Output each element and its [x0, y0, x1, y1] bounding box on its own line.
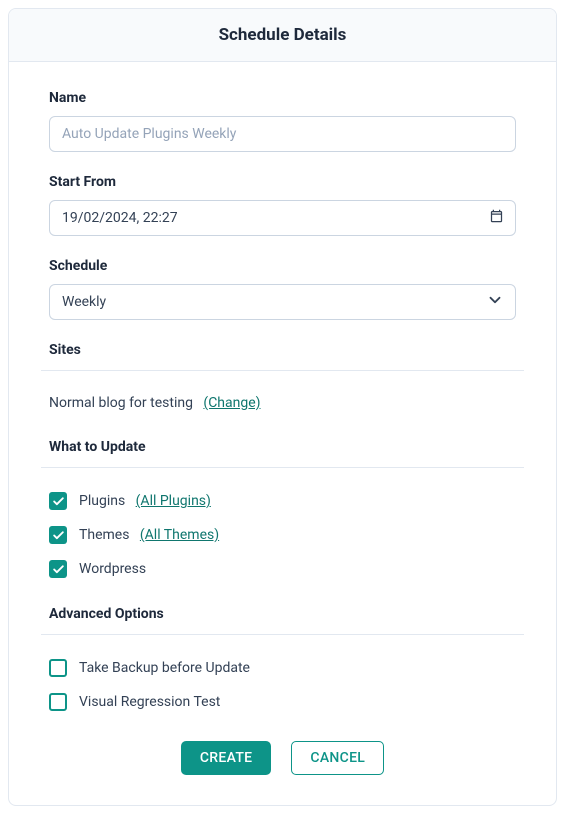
advanced-options-section: Advanced Options Take Backup before Upda…	[49, 606, 516, 711]
start-from-input[interactable]	[49, 200, 516, 236]
what-to-update-label: What to Update	[49, 439, 516, 455]
change-sites-link[interactable]: (Change)	[203, 395, 260, 411]
check-icon	[52, 563, 65, 576]
themes-row: Themes (All Themes)	[49, 526, 516, 544]
schedule-label: Schedule	[49, 258, 516, 274]
sites-text-row: Normal blog for testing (Change)	[49, 395, 516, 411]
wordpress-row: Wordpress	[49, 560, 516, 578]
start-from-label: Start From	[49, 174, 516, 190]
sites-divider	[41, 370, 524, 371]
all-themes-link[interactable]: (All Themes)	[140, 527, 219, 543]
cancel-button[interactable]: CANCEL	[291, 741, 384, 775]
plugins-checkbox[interactable]	[49, 492, 67, 510]
schedule-group: Schedule Weekly	[49, 258, 516, 320]
card-header: Schedule Details	[9, 9, 556, 62]
backup-checkbox[interactable]	[49, 659, 67, 677]
visual-regression-checkbox[interactable]	[49, 693, 67, 711]
check-icon	[52, 529, 65, 542]
name-input[interactable]	[49, 116, 516, 152]
visual-regression-row: Visual Regression Test	[49, 693, 516, 711]
schedule-select[interactable]: Weekly	[49, 284, 516, 320]
plugins-row: Plugins (All Plugins)	[49, 492, 516, 510]
themes-label: Themes (All Themes)	[79, 527, 219, 543]
sites-name: Normal blog for testing	[49, 395, 193, 411]
visual-regression-label: Visual Regression Test	[79, 694, 220, 710]
schedule-details-card: Schedule Details Name Start From Schedul…	[8, 8, 557, 806]
themes-checkbox[interactable]	[49, 526, 67, 544]
advanced-options-divider	[41, 634, 524, 635]
name-label: Name	[49, 90, 516, 106]
what-to-update-list: Plugins (All Plugins) Themes (All	[49, 492, 516, 578]
date-input-wrapper	[49, 200, 516, 236]
what-to-update-section: What to Update Plugins (All Plugins)	[49, 439, 516, 578]
all-plugins-link[interactable]: (All Plugins)	[136, 493, 211, 509]
select-wrapper: Weekly	[49, 284, 516, 320]
card-body: Name Start From Schedule Weekly	[9, 62, 556, 805]
plugins-label: Plugins (All Plugins)	[79, 493, 211, 509]
advanced-options-label: Advanced Options	[49, 606, 516, 622]
button-row: CREATE CANCEL	[49, 741, 516, 775]
themes-text: Themes	[79, 527, 129, 543]
sites-label: Sites	[49, 342, 516, 358]
wordpress-label: Wordpress	[79, 561, 146, 577]
name-group: Name	[49, 90, 516, 152]
what-to-update-divider	[41, 467, 524, 468]
wordpress-checkbox[interactable]	[49, 560, 67, 578]
sites-section: Sites Normal blog for testing (Change)	[49, 342, 516, 411]
create-button[interactable]: CREATE	[181, 741, 272, 775]
plugins-text: Plugins	[79, 493, 125, 509]
backup-label: Take Backup before Update	[79, 660, 250, 676]
check-icon	[52, 495, 65, 508]
start-from-group: Start From	[49, 174, 516, 236]
backup-row: Take Backup before Update	[49, 659, 516, 677]
card-title: Schedule Details	[25, 25, 540, 45]
advanced-options-list: Take Backup before Update Visual Regress…	[49, 659, 516, 711]
